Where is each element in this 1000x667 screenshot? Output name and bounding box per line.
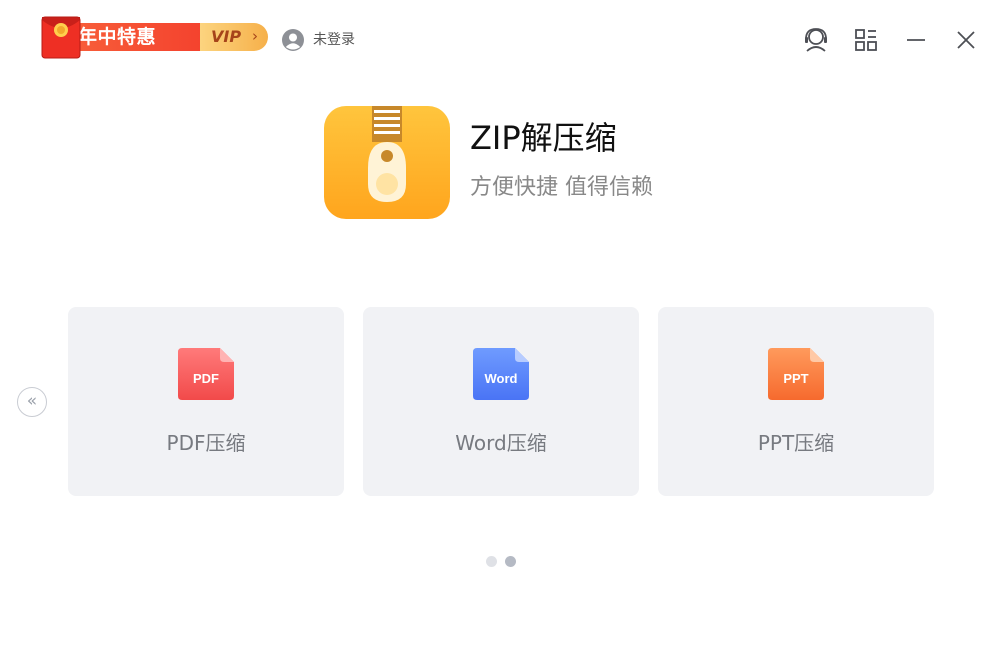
chevron-right-icon: › <box>252 27 258 45</box>
login-label: 未登录 <box>313 32 355 48</box>
app-menu-button[interactable] <box>852 26 880 54</box>
card-label: PPT压缩 <box>757 431 835 455</box>
close-button[interactable] <box>952 26 980 54</box>
customer-service-icon <box>805 28 827 52</box>
customer-service-button[interactable] <box>802 26 830 54</box>
card-label: PDF压缩 <box>166 431 246 455</box>
word-file-icon: Word <box>473 348 529 400</box>
double-chevron-left-icon: « <box>26 391 38 411</box>
app-grid-icon <box>855 29 877 51</box>
vip-button[interactable]: VIP › <box>200 23 268 51</box>
pdf-file-icon: PDF <box>178 348 234 400</box>
carousel-dot-1[interactable] <box>486 556 497 567</box>
app-subtitle: 方便快捷 值得信赖 <box>470 175 653 200</box>
minimize-icon <box>907 39 925 41</box>
promo-text: 年中特惠 <box>78 26 157 48</box>
carousel-dot-2[interactable] <box>505 556 516 567</box>
card-label: Word压缩 <box>455 431 547 455</box>
vip-label: VIP <box>211 27 242 46</box>
app-title: ZIP解压缩 <box>470 119 617 157</box>
card-badge: PDF <box>193 371 219 386</box>
user-avatar-icon <box>282 29 304 51</box>
card-badge: Word <box>485 371 518 386</box>
card-word-compress[interactable]: Word Word压缩 <box>363 307 639 496</box>
red-envelope-icon <box>41 16 81 59</box>
card-badge: PPT <box>783 371 808 386</box>
promo-banner[interactable]: 年中特惠 VIP › <box>40 14 270 60</box>
card-ppt-compress[interactable]: PPT PPT压缩 <box>658 307 934 496</box>
close-icon <box>957 31 975 49</box>
card-pdf-compress[interactable]: PDF PDF压缩 <box>68 307 344 496</box>
ppt-file-icon: PPT <box>768 348 824 400</box>
carousel-prev-button[interactable]: « <box>17 387 47 417</box>
minimize-button[interactable] <box>902 26 930 54</box>
zip-archive-icon <box>324 106 450 219</box>
